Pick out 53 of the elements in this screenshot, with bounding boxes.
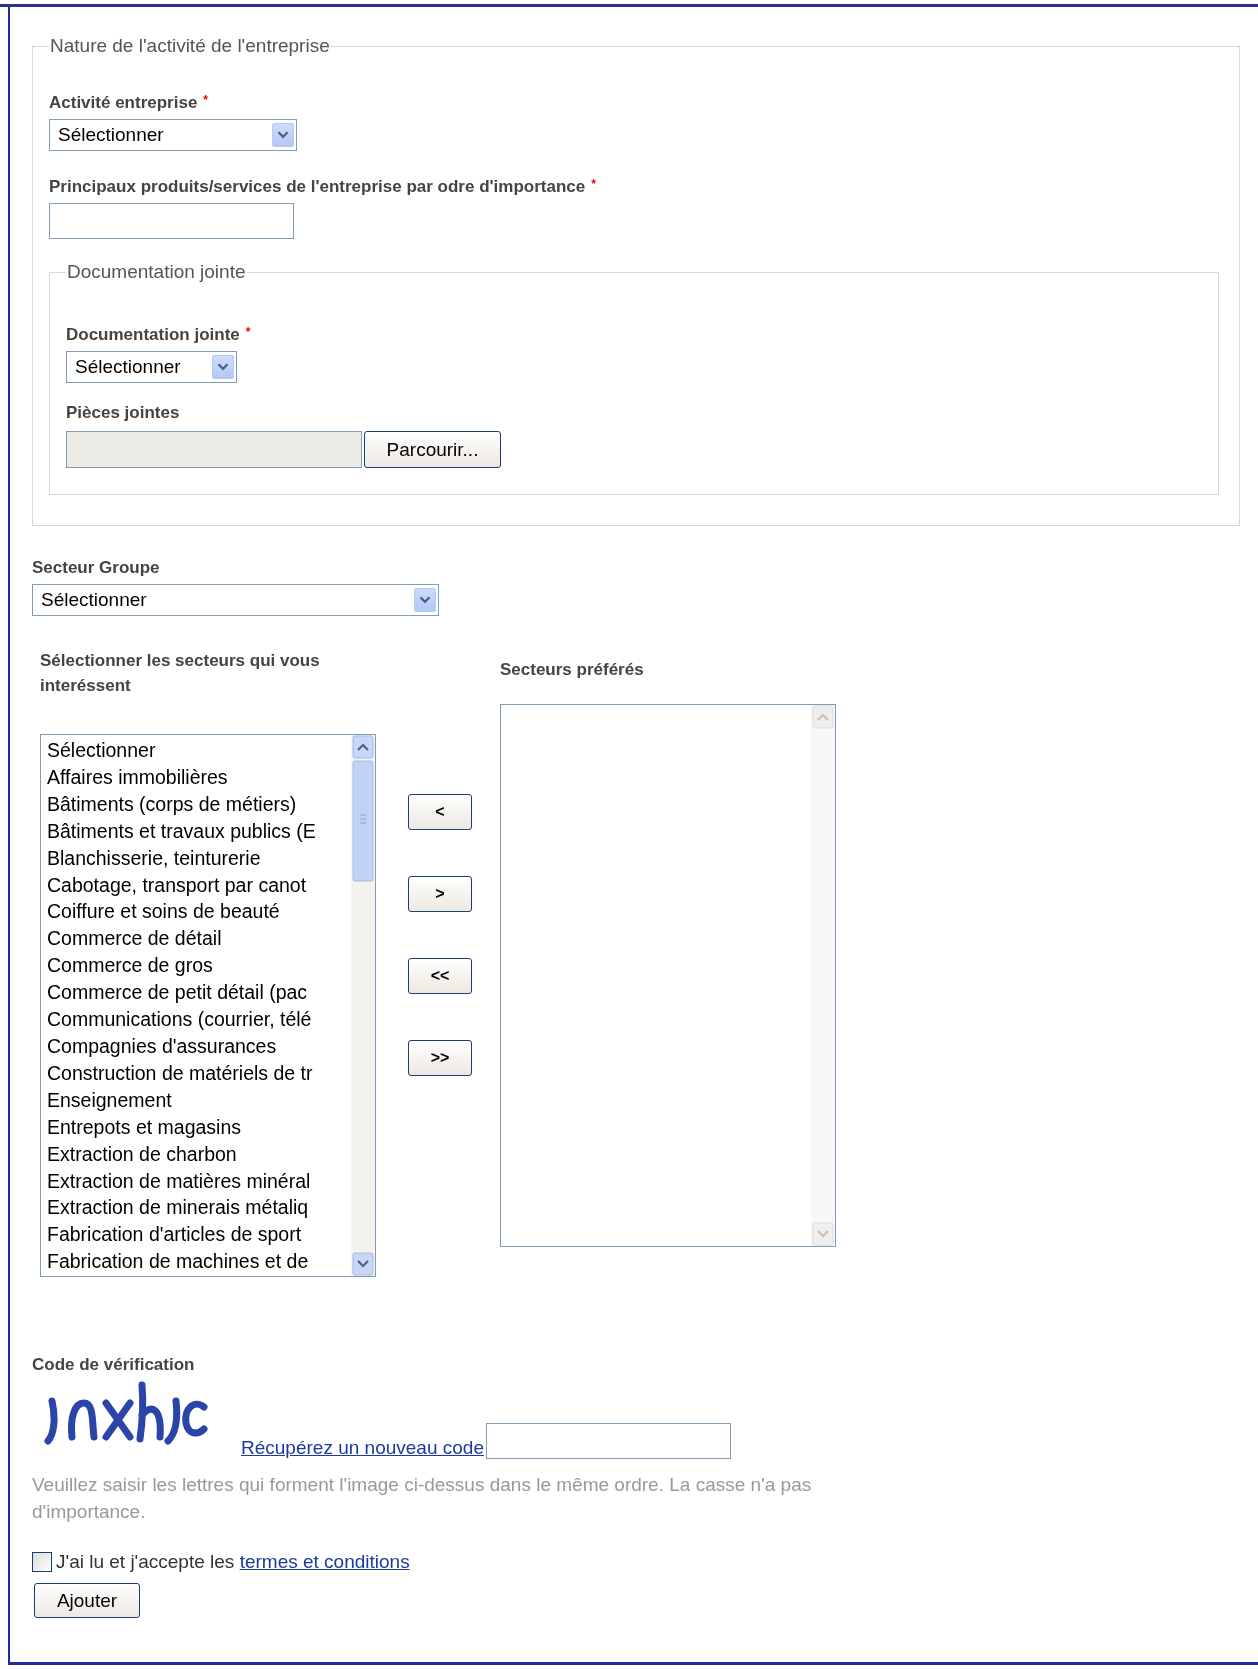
add-button[interactable]: Ajouter bbox=[34, 1583, 140, 1618]
sector-group-select[interactable]: Sélectionner bbox=[32, 584, 439, 616]
new-code-link[interactable]: Récupérez un nouveau code bbox=[241, 1437, 484, 1459]
move-button[interactable]: < bbox=[408, 794, 472, 830]
list-option[interactable]: Fabrication de machines et de bbox=[47, 1248, 351, 1276]
scrollbar[interactable] bbox=[351, 735, 375, 1276]
field-label: Principaux produits/services de l'entreprise par odre d'importance bbox=[49, 177, 586, 197]
verification-code-input[interactable] bbox=[485, 1423, 731, 1459]
terms-checkbox[interactable] bbox=[32, 1552, 52, 1572]
move-button[interactable]: > bbox=[408, 876, 472, 912]
documentation-select[interactable]: Sélectionner bbox=[66, 351, 237, 383]
list-option[interactable]: Extraction de matières minéral bbox=[47, 1167, 351, 1195]
list-option[interactable]: Extraction de charbon bbox=[47, 1140, 351, 1168]
browse-button[interactable]: Parcourir... bbox=[364, 431, 501, 468]
list-option[interactable]: Commerce de détail bbox=[47, 925, 351, 953]
move-button[interactable]: >> bbox=[408, 1040, 472, 1076]
field-label: Pièces jointes bbox=[66, 403, 180, 423]
list-option[interactable]: Commerce de petit détail (pac bbox=[47, 979, 351, 1007]
list-option[interactable]: Extraction de minerais métaliq bbox=[47, 1194, 351, 1222]
verification-hint: Veuillez saisir les lettres qui forment l'image ci-dessus dans le même ordre. La casse n'a pas d'importance. bbox=[32, 1473, 812, 1524]
fieldset-legend: Nature de l'activité de l'entreprise bbox=[49, 35, 331, 57]
list-option[interactable]: Bâtiments (corps de métiers) bbox=[47, 790, 351, 818]
terms-link[interactable]: termes et conditions bbox=[239, 1551, 410, 1572]
list-option[interactable]: Compagnies d'assurances bbox=[47, 1032, 351, 1060]
field-label: Activité entreprise bbox=[49, 93, 198, 113]
field-label: Secteur Groupe bbox=[32, 558, 160, 578]
sector-listbox[interactable] bbox=[40, 734, 376, 1277]
list-option[interactable]: Coiffure et soins de beauté bbox=[47, 898, 351, 926]
field-label: Documentation jointe bbox=[66, 325, 240, 345]
activity-select[interactable]: Sélectionner bbox=[49, 119, 297, 151]
list-option[interactable]: Enseignement bbox=[47, 1086, 351, 1114]
required-asterisk: * bbox=[203, 93, 208, 109]
list-option[interactable]: Commerce de gros bbox=[47, 952, 351, 980]
list-option[interactable]: Bâtiments et travaux publics (E bbox=[47, 817, 351, 845]
fieldset-legend: Documentation jointe bbox=[66, 261, 247, 283]
move-button[interactable]: << bbox=[408, 958, 472, 994]
products-input[interactable] bbox=[49, 203, 294, 239]
list-option[interactable]: Construction de matériels de tr bbox=[47, 1059, 351, 1087]
list-option[interactable]: Entrepots et magasins bbox=[47, 1113, 351, 1141]
list-option[interactable]: Cabotage, transport par canot bbox=[47, 871, 351, 899]
file-path-field[interactable] bbox=[66, 431, 362, 468]
field-label: Code de vérification bbox=[32, 1355, 195, 1375]
field-label: Secteurs préférés bbox=[500, 660, 644, 680]
list-option[interactable]: Fabrication d'articles de sport bbox=[47, 1221, 351, 1249]
list-option[interactable]: Blanchisserie, teinturerie bbox=[47, 844, 351, 872]
scrollbar[interactable] bbox=[811, 705, 835, 1246]
list-option[interactable]: Affaires immobilières bbox=[47, 763, 351, 791]
field-label: Sélectionner les secteurs qui vous interéssent bbox=[40, 650, 321, 697]
required-asterisk: * bbox=[245, 325, 251, 341]
terms-text: J'ai lu et j'accepte les termes et conditions bbox=[56, 1551, 410, 1573]
list-option[interactable]: Sélectionner bbox=[47, 737, 351, 764]
required-asterisk: * bbox=[591, 177, 596, 193]
list-option[interactable]: Communications (courrier, télé bbox=[47, 1006, 351, 1033]
